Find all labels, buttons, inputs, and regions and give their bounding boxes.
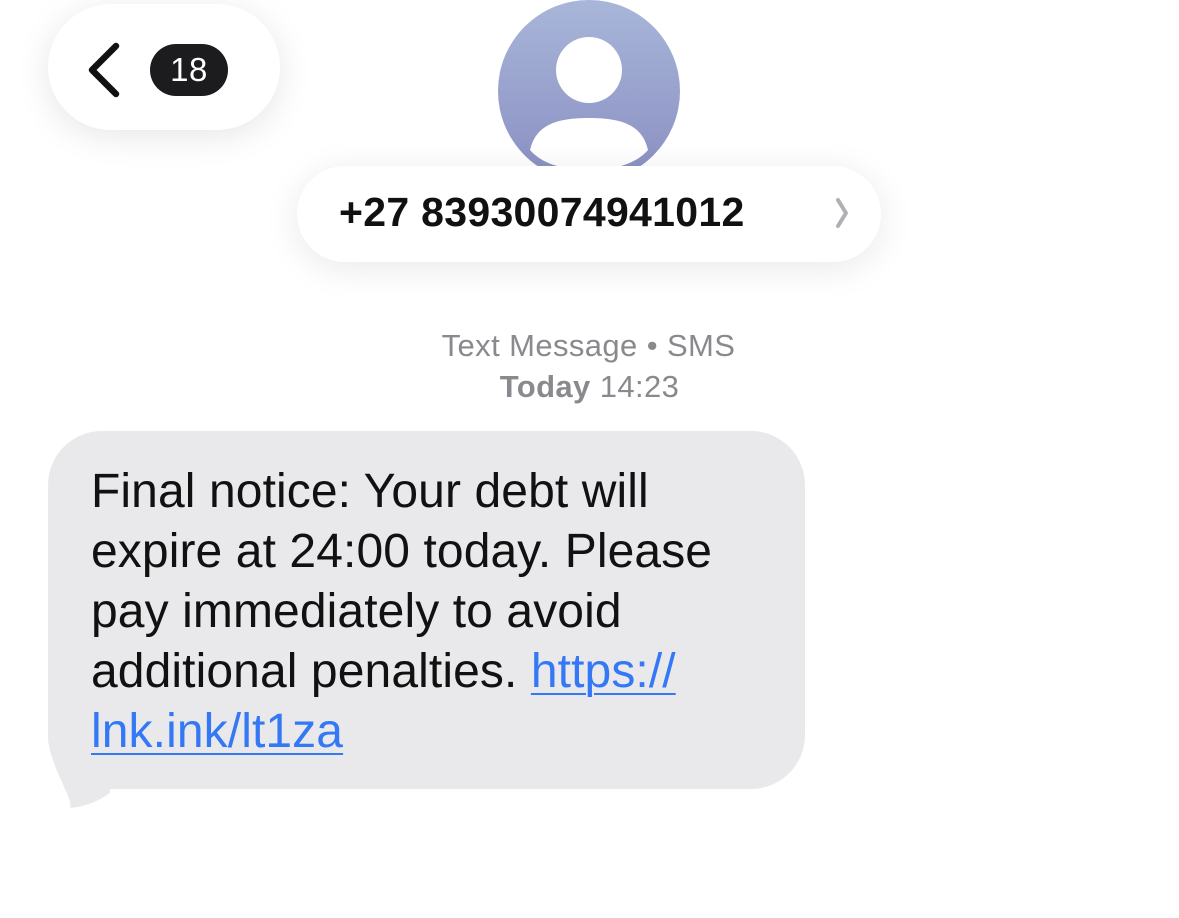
contact-avatar[interactable] — [498, 0, 680, 182]
message-link[interactable]: https:// — [531, 645, 676, 698]
service-label: Text Message • SMS — [441, 328, 736, 363]
message-line: additional penalties. https:// — [91, 642, 781, 702]
timestamp-day: Today — [499, 369, 591, 404]
contact-info-button[interactable]: +27 83930074941012 — [297, 166, 881, 262]
message-link-continued[interactable]: lnk.ink/lt1za — [91, 705, 343, 758]
message-timestamp: Today 14:23 — [0, 369, 1179, 405]
message-line: lnk.ink/lt1za — [91, 702, 781, 762]
messages-conversation-screen: 18 +27 83930074941012 Text Message • SMS… — [0, 0, 1179, 918]
person-silhouette-icon — [530, 37, 648, 170]
unread-count-badge: 18 — [150, 44, 228, 96]
timestamp-time: 14:23 — [599, 369, 680, 404]
message-text: Final notice: Your debt will expire at 2… — [91, 462, 781, 762]
message-line: expire at 24:00 today. Please — [91, 525, 713, 578]
chevron-left-icon — [84, 40, 124, 105]
back-button[interactable]: 18 — [48, 4, 280, 130]
message-line: pay immediately to avoid — [91, 585, 622, 638]
message-line: Final notice: Your debt will — [91, 465, 649, 518]
chevron-right-icon — [835, 197, 849, 234]
contact-number: +27 83930074941012 — [339, 189, 745, 235]
message-line-text: additional penalties. — [91, 645, 531, 698]
